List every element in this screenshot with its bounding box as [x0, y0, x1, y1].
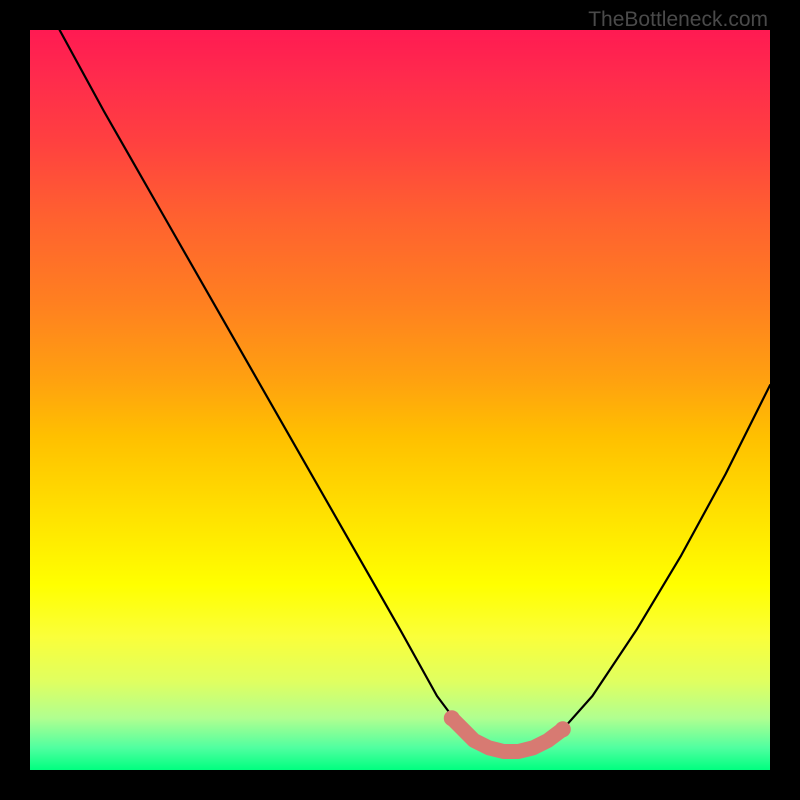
- watermark-text: TheBottleneck.com: [588, 8, 768, 32]
- curve-layer: [30, 30, 770, 770]
- bottleneck-curve: [60, 30, 770, 752]
- highlight-band: [452, 718, 563, 751]
- plot-area: [30, 30, 770, 770]
- chart-container: TheBottleneck.com: [0, 0, 800, 800]
- highlight-endpoint-1: [555, 721, 571, 737]
- highlight-endpoint-0: [444, 710, 460, 726]
